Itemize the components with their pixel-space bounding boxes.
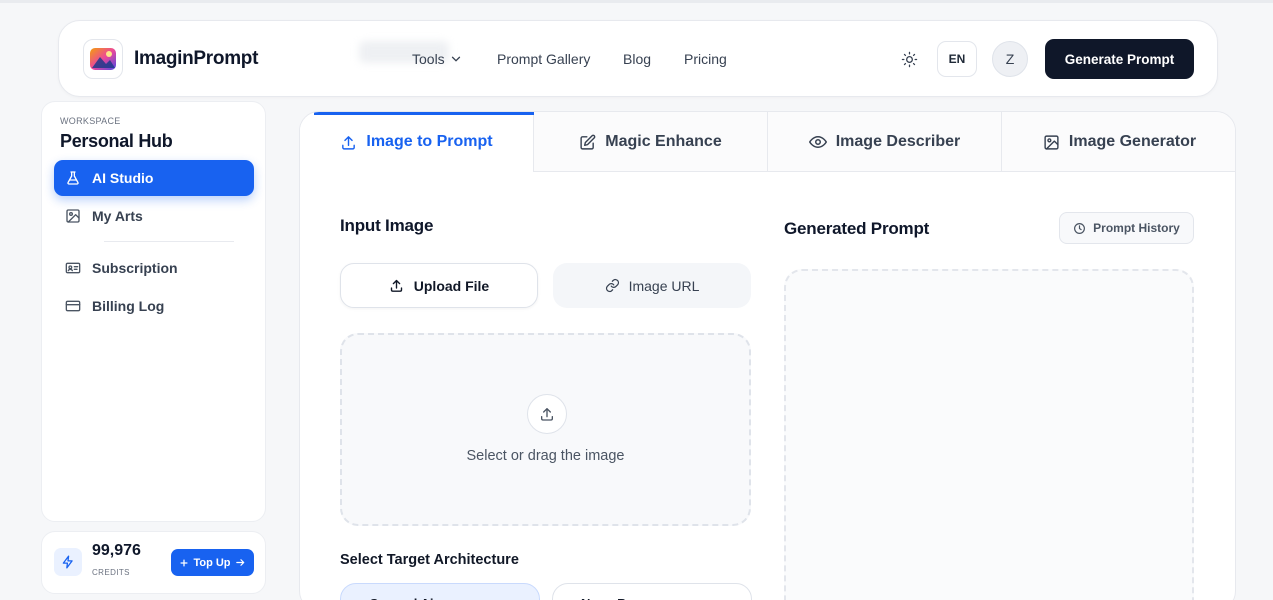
credits-value: 99,976 (92, 542, 141, 559)
image-icon (66, 209, 80, 223)
tab-label: Magic Enhance (605, 133, 722, 150)
tab-bar: Image to Prompt Magic Enhance Image Desc… (300, 112, 1235, 172)
sidebar-item-label: Subscription (92, 260, 178, 276)
upload-icon (390, 279, 402, 292)
prompt-history-button[interactable]: Prompt History (1059, 212, 1194, 244)
brand-name[interactable]: ImaginPrompt (134, 48, 258, 70)
sidebar-item-label: My Arts (92, 208, 143, 224)
clock-icon (1074, 222, 1086, 234)
tab-image-to-prompt[interactable]: Image to Prompt (300, 112, 534, 172)
tab-image-describer[interactable]: Image Describer (768, 112, 1002, 172)
tab-label: Image Describer (835, 133, 961, 150)
image-icon (1044, 134, 1059, 150)
sidebar-divider (104, 241, 234, 242)
generated-prompt-output[interactable] (784, 269, 1194, 600)
id-card-icon (65, 262, 81, 274)
link-icon (605, 278, 619, 293)
arrow-right-icon (235, 559, 244, 566)
tab-image-generator[interactable]: Image Generator (1002, 112, 1235, 172)
image-url-button[interactable]: Image URL (553, 263, 751, 308)
theme-toggle-sun-icon[interactable] (899, 49, 919, 69)
chevron-down-icon (451, 56, 460, 62)
flask-icon (67, 171, 79, 185)
sidebar-item-ai-studio[interactable]: AI Studio (54, 160, 254, 196)
generated-prompt-title: Generated Prompt (784, 219, 930, 238)
prompt-history-label: Prompt History (1093, 221, 1180, 235)
tab-label: Image Generator (1068, 133, 1197, 150)
nav-pricing[interactable]: Pricing (684, 51, 727, 67)
upload-icon (342, 135, 356, 150)
tab-magic-enhance[interactable]: Magic Enhance (534, 112, 768, 172)
brand-logo-icon[interactable] (83, 39, 123, 79)
language-button[interactable]: EN (937, 41, 977, 77)
arch-option-general-ai[interactable]: General Ai (340, 583, 540, 600)
sidebar-item-billing-log[interactable]: Billing Log (54, 288, 254, 324)
top-up-label: Top Up (193, 556, 231, 569)
top-border (0, 0, 1273, 3)
edit-icon (580, 134, 596, 150)
workspace-label: WORKSPACE (60, 116, 121, 126)
top-up-button[interactable]: Top Up (171, 549, 254, 576)
upload-file-button[interactable]: Upload File (340, 263, 538, 308)
workspace-title: Personal Hub (60, 131, 173, 151)
active-tab-indicator (314, 112, 534, 115)
sidebar-item-my-arts[interactable]: My Arts (54, 198, 254, 234)
upload-file-label: Upload File (413, 277, 490, 294)
sidebar-item-label: Billing Log (92, 298, 165, 314)
sidebar: WORKSPACE Personal Hub AI Studio My Arts… (41, 101, 266, 522)
nav-tools[interactable]: Tools (412, 51, 463, 67)
credit-card-icon (65, 300, 81, 312)
arch-option-nano-banana[interactable]: Nano Banana (552, 583, 752, 600)
tab-label: Image to Prompt (366, 133, 493, 150)
dropzone-text: Select or drag the image (466, 448, 625, 464)
lightning-icon (54, 548, 82, 576)
input-image-title: Input Image (340, 216, 434, 235)
architecture-title: Select Target Architecture (340, 552, 519, 568)
image-url-label: Image URL (628, 277, 700, 294)
sidebar-item-label: AI Studio (92, 170, 154, 186)
plus-icon (180, 558, 189, 567)
sidebar-item-subscription[interactable]: Subscription (54, 250, 254, 286)
user-avatar[interactable]: Z (992, 41, 1028, 77)
credits-label: CREDITS (92, 568, 130, 577)
generate-prompt-button[interactable]: Generate Prompt (1045, 39, 1194, 79)
image-dropzone[interactable]: Select or drag the image (340, 333, 751, 526)
nav-tools-label: Tools (412, 51, 445, 67)
nav-blog[interactable]: Blog (623, 51, 651, 67)
eye-icon (808, 136, 827, 148)
main-panel: Image to Prompt Magic Enhance Image Desc… (299, 111, 1236, 600)
nav-prompt-gallery[interactable]: Prompt Gallery (497, 51, 590, 67)
top-header: ImaginPrompt Tools Prompt Gallery Blog P… (58, 20, 1218, 97)
credits-card: 99,976 CREDITS Top Up (41, 531, 266, 594)
upload-icon (527, 394, 567, 434)
